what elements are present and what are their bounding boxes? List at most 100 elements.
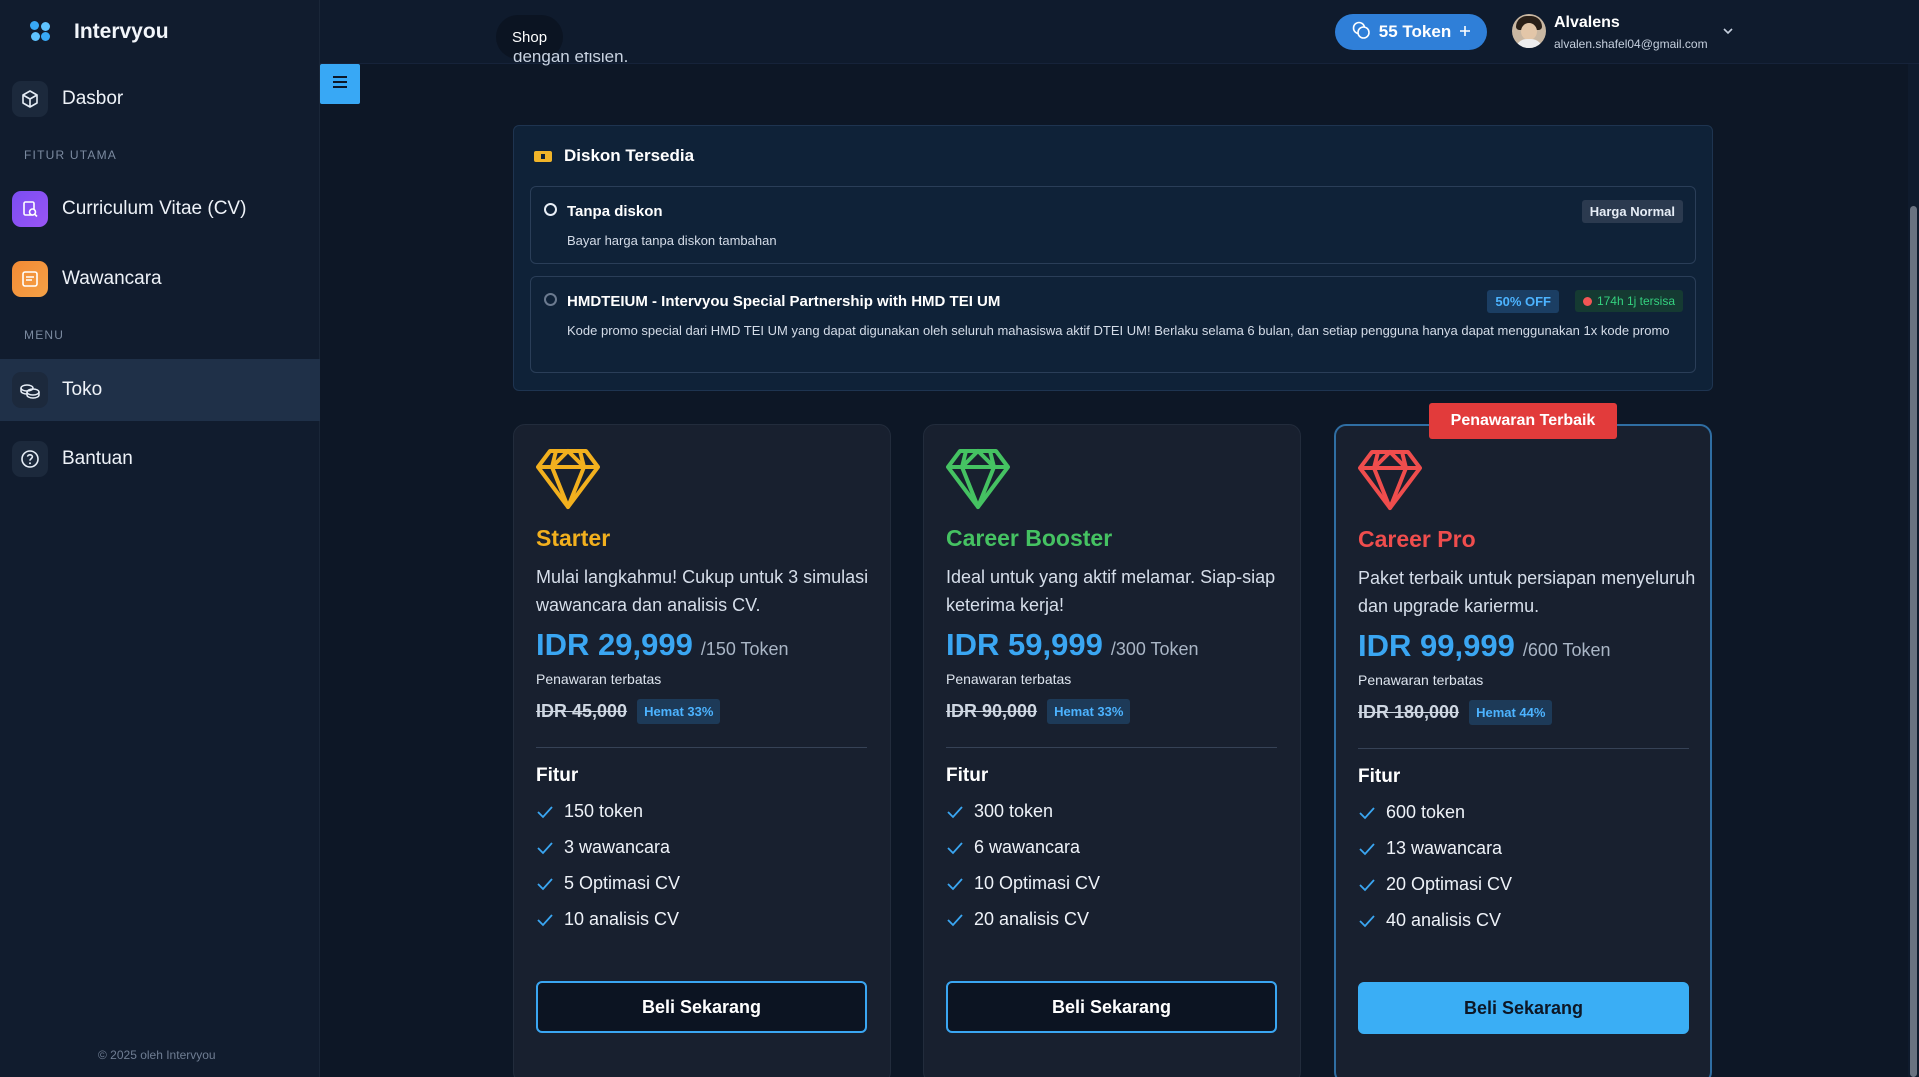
sidebar-item-bantuan[interactable]: Bantuan (0, 428, 320, 490)
old-price: IDR 90,000 (946, 701, 1038, 721)
brand-name: Intervyou (74, 20, 169, 43)
feature-item: 300 token (946, 801, 1053, 822)
message-icon (12, 261, 48, 297)
old-price: IDR 180,000 (1358, 702, 1460, 722)
save-badge: Hemat 33% (1047, 699, 1131, 724)
section-label-menu: MENU (24, 328, 65, 342)
buy-now-button[interactable]: Beli Sekarang (946, 981, 1277, 1033)
ticket-icon (534, 150, 552, 162)
feature-item: 13 wawancara (1358, 838, 1502, 859)
sidebar-item-toko[interactable]: Toko (0, 359, 320, 421)
feature-item: 20 Optimasi CV (1358, 874, 1512, 895)
buy-now-button[interactable]: Beli Sekarang (1358, 982, 1689, 1034)
check-icon (537, 841, 553, 854)
user-email: alvalen.shafel04@gmail.com (1554, 37, 1708, 51)
discount-option-none[interactable]: Tanpa diskon Bayar harga tanpa diskon ta… (530, 186, 1696, 264)
help-icon (12, 441, 48, 477)
sidebar-item-label: Wawancara (62, 268, 162, 289)
sidebar-item-label: Dasbor (62, 88, 124, 109)
feature-item: 600 token (1358, 802, 1465, 823)
radio-unselected[interactable] (544, 293, 557, 306)
footer-copyright: © 2025 oleh Intervyou (98, 1048, 216, 1062)
feature-item: 3 wawancara (536, 837, 670, 858)
sidebar: Intervyou Dasbor FITUR UTAMA Curriculum … (0, 0, 320, 1077)
old-price-row: IDR 90,000 Hemat 33% (946, 699, 1131, 724)
check-icon (537, 913, 553, 926)
alarm-icon (1582, 296, 1592, 306)
check-icon (947, 841, 963, 854)
save-badge: Hemat 33% (637, 699, 721, 724)
plan-desc: Mulai langkahmu! Cukup untuk 3 simulasi … (536, 567, 869, 615)
check-icon (537, 877, 553, 890)
token-balance-button[interactable]: 55 Token (1335, 14, 1487, 50)
discount-option-hmdteium[interactable]: HMDTEIUM - Intervyou Special Partnership… (530, 276, 1696, 373)
check-icon (947, 913, 963, 926)
brand[interactable]: Intervyou (30, 20, 169, 44)
option-desc: Kode promo special dari HMD TEI UM yang … (567, 323, 1670, 338)
chevron-down-icon[interactable] (1722, 24, 1734, 42)
feature-item: 5 Optimasi CV (536, 873, 680, 894)
plan-card-career-booster: Career Booster Ideal untuk yang aktif me… (923, 424, 1301, 1077)
old-price-row: IDR 180,000 Hemat 44% (1358, 700, 1553, 725)
normal-price-badge: Harga Normal (1581, 200, 1683, 223)
cube-icon (12, 81, 48, 117)
hamburger-icon (331, 75, 349, 94)
menu-toggle-button[interactable] (320, 64, 360, 104)
plan-desc: Paket terbaik untuk persiapan menyeluruh… (1358, 568, 1696, 616)
coins-icon (12, 372, 48, 408)
feature-item: 20 analisis CV (946, 909, 1089, 930)
feature-item: 150 token (536, 801, 643, 822)
diamond-icon (534, 447, 602, 516)
best-offer-badge: Penawaran Terbaik (1429, 403, 1617, 439)
scrollbar-thumb[interactable] (1910, 206, 1917, 1077)
sidebar-item-label: Bantuan (62, 448, 133, 469)
features-title: Fitur (1358, 766, 1401, 787)
divider (946, 747, 1277, 748)
token-count: 55 Token (1378, 22, 1452, 41)
buy-now-button[interactable]: Beli Sekarang (536, 981, 867, 1033)
divider (536, 747, 867, 748)
intervyou-logo-icon (30, 21, 52, 43)
save-badge: Hemat 44% (1469, 700, 1553, 725)
plan-card-starter: Starter Mulai langkahmu! Cukup untuk 3 s… (513, 424, 891, 1077)
check-icon (1359, 878, 1375, 891)
features-title: Fitur (946, 765, 989, 786)
limited-offer-label: Penawaran terbatas (946, 671, 1072, 687)
section-label-main: FITUR UTAMA (24, 148, 117, 162)
check-icon (947, 805, 963, 818)
limited-offer-label: Penawaran terbatas (536, 671, 662, 687)
coin-icon (1351, 20, 1371, 45)
plus-icon (1459, 22, 1471, 42)
plan-price: IDR 99,999 /600 Token (1358, 628, 1611, 663)
plan-price: IDR 29,999 /150 Token (536, 627, 789, 662)
user-name: Alvalens (1554, 14, 1620, 31)
sidebar-item-label: Toko (62, 379, 103, 400)
feature-item: 6 wawancara (946, 837, 1080, 858)
plan-name: Starter (536, 525, 611, 551)
intro-text-fragment: dengan efisien. (513, 52, 629, 66)
plan-name: Career Booster (946, 525, 1113, 551)
sidebar-item-cv[interactable]: Curriculum Vitae (CV) (0, 178, 320, 240)
option-title: HMDTEIUM - Intervyou Special Partnership… (567, 293, 1001, 310)
old-price-row: IDR 45,000 Hemat 33% (536, 699, 721, 724)
option-desc: Bayar harga tanpa diskon tambahan (567, 233, 777, 248)
old-price: IDR 45,000 (536, 701, 628, 721)
diamond-icon (1356, 448, 1424, 517)
sidebar-item-wawancara[interactable]: Wawancara (0, 248, 320, 310)
option-title: Tanpa diskon (567, 203, 663, 220)
divider (1358, 748, 1689, 749)
check-icon (947, 877, 963, 890)
feature-item: 10 analisis CV (536, 909, 679, 930)
discount-title: Diskon Tersedia (534, 146, 694, 166)
plan-price: IDR 59,999 /300 Token (946, 627, 1199, 662)
avatar[interactable] (1512, 14, 1546, 48)
plan-name: Career Pro (1358, 526, 1476, 552)
sidebar-item-dasbor[interactable]: Dasbor (0, 68, 320, 130)
check-icon (1359, 914, 1375, 927)
off-badge: 50% OFF (1487, 290, 1559, 313)
limited-offer-label: Penawaran terbatas (1358, 672, 1484, 688)
check-icon (537, 805, 553, 818)
plan-desc: Ideal untuk yang aktif melamar. Siap-sia… (946, 567, 1276, 615)
time-left-badge: 174h 1j tersisa (1574, 290, 1683, 312)
radio-selected[interactable] (544, 203, 557, 216)
